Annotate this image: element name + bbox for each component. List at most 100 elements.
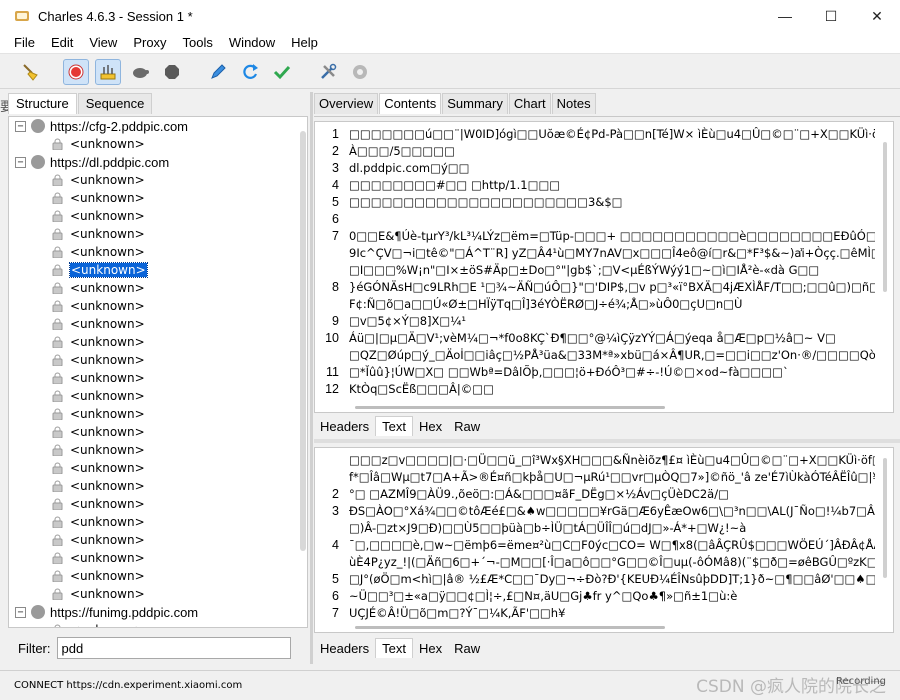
request-label: <unknown>	[70, 425, 145, 439]
record-button[interactable]	[63, 58, 89, 85]
validate-button[interactable]	[269, 59, 295, 85]
tab-overview[interactable]: Overview	[314, 93, 379, 114]
settings-button[interactable]	[347, 59, 373, 85]
menu-bar: File Edit View Proxy Tools Window Help	[0, 32, 900, 54]
collapse-toggle-icon[interactable]: −	[15, 156, 26, 168]
tree-request-row[interactable]: <unknown>	[9, 531, 307, 549]
tree-request-row[interactable]: <unknown>	[9, 549, 307, 567]
tree-request-row[interactable]: <unknown>	[9, 351, 307, 369]
close-button[interactable]: ✕	[854, 0, 900, 32]
tree-host-row[interactable]: − https://dl.pddpic.com	[9, 153, 307, 171]
tree-request-row[interactable]: <unknown>	[9, 423, 307, 441]
pane-splitter[interactable]	[310, 92, 313, 664]
response-text-view[interactable]: □□□z□v□□□□|□·□Ü□□ü_□î³Wx§XH□□□&Ñnèiõz¶£¤…	[314, 447, 894, 633]
code-line: 2 À□□□/5□□□□□	[315, 143, 875, 160]
menu-file[interactable]: File	[0, 35, 41, 50]
content-divider[interactable]	[314, 439, 900, 443]
tree-request-row[interactable]: <unknown>	[9, 513, 307, 531]
lock-icon	[52, 534, 63, 547]
request-tab-text[interactable]: Text	[375, 416, 413, 436]
response-tab-hex[interactable]: Hex	[413, 639, 448, 658]
request-text-view[interactable]: 1 □□□□□□□ú□□¨|W0ID]ógì□□Uŏæ©É¢Pd-Pà□□n[Té…	[314, 121, 894, 413]
tree-request-row[interactable]: <unknown>	[9, 621, 307, 627]
tree-request-row[interactable]: <unknown>	[9, 189, 307, 207]
tree-request-row[interactable]: <unknown>	[9, 585, 307, 603]
line-number	[315, 554, 349, 571]
host-label: https://cfg-2.pddpic.com	[50, 118, 189, 134]
lock-icon	[52, 498, 63, 511]
request-hscrollbar[interactable]	[355, 406, 665, 409]
lock-icon	[52, 552, 63, 565]
request-tab-raw[interactable]: Raw	[448, 417, 486, 436]
collapse-toggle-icon[interactable]: −	[15, 606, 26, 618]
throttle-button[interactable]	[95, 58, 121, 85]
tab-sequence[interactable]: Sequence	[77, 93, 153, 114]
tree-request-row[interactable]: <unknown>	[9, 459, 307, 477]
response-hscrollbar[interactable]	[355, 626, 665, 629]
tree-request-row[interactable]: <unknown>	[9, 369, 307, 387]
host-globe-icon	[31, 119, 45, 133]
tree-request-row[interactable]: <unknown>	[9, 315, 307, 333]
line-number	[315, 347, 349, 364]
line-text: dl.pddpic.com□ý□□	[349, 161, 470, 175]
tree-host-row[interactable]: − https://funimg.pddpic.com	[9, 603, 307, 621]
tree-request-row[interactable]: <unknown>	[9, 297, 307, 315]
filter-input[interactable]	[56, 637, 291, 659]
tree-host-row[interactable]: − https://cfg-2.pddpic.com	[9, 117, 307, 135]
line-text: °□ □AZMÎ9□ÀÜ9.,õeö□:□Á&□□□¤ãF_DËg□×½Áv□ç…	[349, 487, 729, 501]
tree-request-row[interactable]: <unknown>	[9, 243, 307, 261]
minimize-button[interactable]: —	[762, 0, 808, 32]
tab-notes[interactable]: Notes	[551, 93, 596, 114]
menu-help[interactable]: Help	[281, 35, 324, 50]
maximize-button[interactable]: ☐	[808, 0, 854, 32]
tree-request-row[interactable]: <unknown>	[9, 171, 307, 189]
request-tab-hex[interactable]: Hex	[413, 417, 448, 436]
request-label: <unknown>	[70, 353, 145, 367]
tree-request-row[interactable]: <unknown>	[9, 387, 307, 405]
code-line: 5 □J°(øÖ□m<hì□|â® ½£Æ*C□□¯Dy□¬÷Ðò?Ð'{KEUĐ…	[315, 571, 875, 588]
tools-button[interactable]	[315, 59, 341, 85]
recording-indicator: Recording	[835, 676, 886, 687]
turtle-icon	[133, 67, 149, 78]
line-number	[315, 520, 349, 537]
tab-chart[interactable]: Chart	[508, 93, 551, 114]
line-text: f*□Îâ□Wµ□t7□A+Ã>®É¤ñ□kþå□U□¬µRú¹□□vr□µÒQ…	[349, 470, 875, 484]
menu-tools[interactable]: Tools	[173, 35, 219, 50]
request-vscrollbar[interactable]	[883, 142, 887, 292]
tree-request-row[interactable]: <unknown>	[9, 477, 307, 495]
tree-request-row[interactable]: <unknown>	[9, 495, 307, 513]
repeat-button[interactable]	[237, 59, 263, 85]
breakpoints-button[interactable]	[127, 59, 153, 85]
tree-request-row[interactable]: <unknown>	[9, 441, 307, 459]
tree-request-row[interactable]: <unknown>	[9, 225, 307, 243]
tree-request-row[interactable]: <unknown>	[9, 405, 307, 423]
tab-summary[interactable]: Summary	[442, 93, 508, 114]
menu-edit[interactable]: Edit	[41, 35, 79, 50]
tree-request-row[interactable]: <unknown>	[9, 135, 307, 153]
host-globe-icon	[31, 605, 45, 619]
tab-contents[interactable]: Contents	[379, 93, 442, 114]
tree-request-row[interactable]: <unknown>	[9, 207, 307, 225]
clear-session-button[interactable]	[17, 59, 43, 85]
compose-button[interactable]	[205, 59, 231, 85]
tree-request-row[interactable]: <unknown>	[9, 567, 307, 585]
response-tab-raw[interactable]: Raw	[448, 639, 486, 658]
menu-window[interactable]: Window	[219, 35, 281, 50]
tree-request-row[interactable]: <unknown>	[9, 333, 307, 351]
tree-request-row[interactable]: <unknown>	[9, 261, 307, 279]
response-vscrollbar[interactable]	[883, 458, 887, 578]
response-tab-text[interactable]: Text	[375, 638, 413, 658]
response-subtabs: Headers Text Hex Raw	[314, 637, 486, 659]
collapse-toggle-icon[interactable]: −	[15, 120, 26, 132]
code-line: □I□□□%W¡n"□I×±öS#Äp□±Do□°"|gb$`;□V<µÉßÝW…	[315, 262, 875, 279]
response-tab-headers[interactable]: Headers	[314, 639, 375, 658]
menu-proxy[interactable]: Proxy	[123, 35, 172, 50]
tree-scrollbar[interactable]	[300, 131, 306, 551]
lock-icon	[52, 462, 63, 475]
line-text: □□□z□v□□□□|□·□Ü□□ü_□î³Wx§XH□□□&Ñnèiõz¶£¤…	[349, 453, 875, 467]
menu-view[interactable]: View	[79, 35, 123, 50]
tab-structure[interactable]: Structure	[8, 93, 77, 114]
stop-button[interactable]	[159, 59, 185, 85]
tree-request-row[interactable]: <unknown>	[9, 279, 307, 297]
request-tab-headers[interactable]: Headers	[314, 417, 375, 436]
